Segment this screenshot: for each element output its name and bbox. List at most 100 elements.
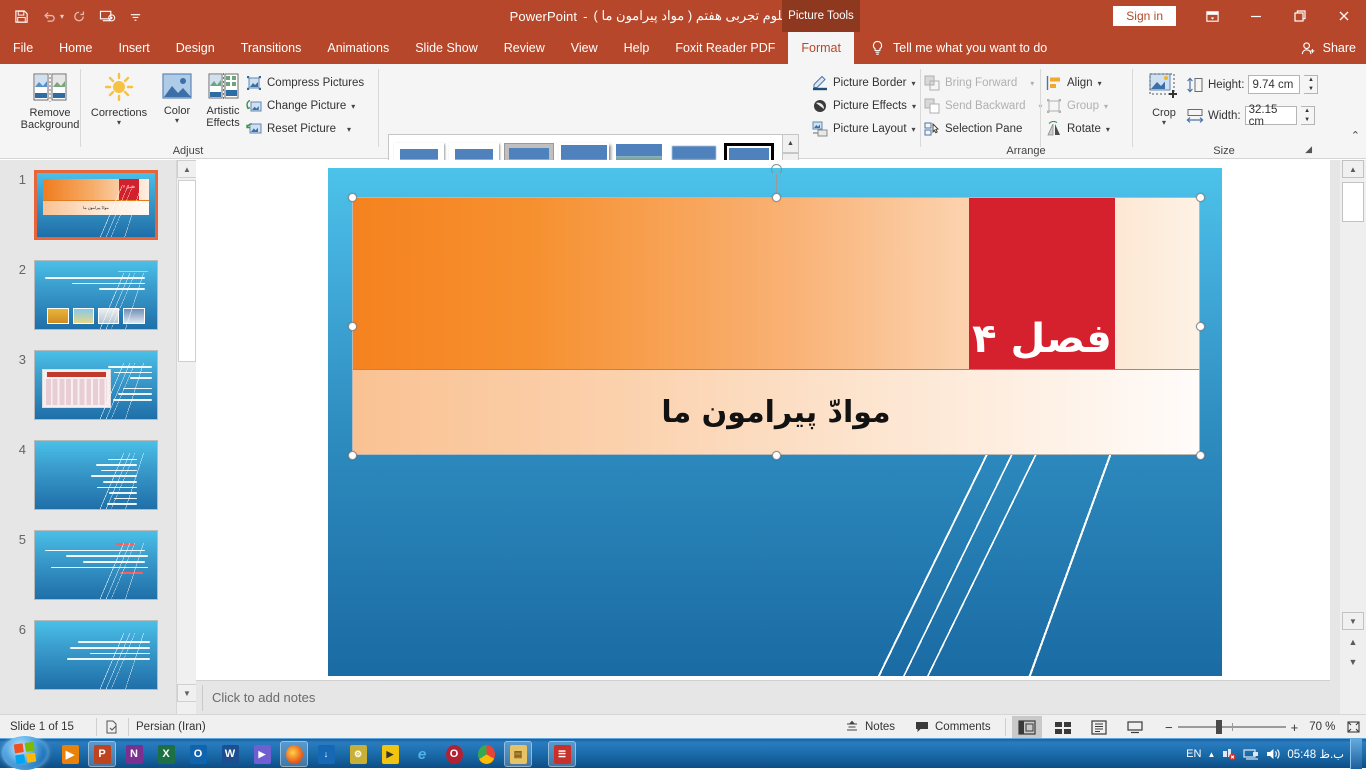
resize-handle-bottom-left[interactable] xyxy=(348,451,357,460)
slide-sorter-view-button[interactable] xyxy=(1048,716,1078,738)
fit-to-window-icon[interactable] xyxy=(1346,720,1361,734)
reading-view-button[interactable] xyxy=(1084,716,1114,738)
slide-scroll-down-icon[interactable]: ▼ xyxy=(1342,612,1364,630)
height-control[interactable]: Height: 9.74 cm ▲ ▼ xyxy=(1186,75,1319,94)
picture-layout-dropdown-icon[interactable]: ▾ xyxy=(912,125,916,133)
minimize-icon[interactable] xyxy=(1234,0,1278,32)
slide-scroll-up-icon[interactable]: ▲ xyxy=(1342,160,1364,178)
artistic-effects-button[interactable]: Artistic Effects xyxy=(198,72,248,129)
picture-effects-button[interactable]: Picture Effects ▾ xyxy=(812,98,916,114)
thumbnail-4[interactable] xyxy=(34,440,158,510)
language-tray-indicator[interactable]: EN xyxy=(1186,748,1201,760)
thumbnail-pane-scrollbar[interactable]: ▲ ▼ xyxy=(176,160,197,720)
thumbnail-2[interactable] xyxy=(34,260,158,330)
selection-pane-button[interactable]: Selection Pane xyxy=(924,121,1022,137)
firefox-taskbar-icon[interactable] xyxy=(280,741,308,767)
tab-help[interactable]: Help xyxy=(611,32,663,64)
rotate-button[interactable]: Rotate ▾ xyxy=(1046,121,1110,137)
tab-view[interactable]: View xyxy=(558,32,611,64)
outlook-taskbar-icon[interactable]: O xyxy=(184,741,212,767)
network-error-icon[interactable] xyxy=(1221,747,1237,761)
show-desktop-button[interactable] xyxy=(1350,739,1362,769)
tell-me-box[interactable]: Tell me what you want to do xyxy=(870,32,1047,64)
group-button[interactable]: Group ▾ xyxy=(1046,98,1108,114)
utility-taskbar-icon[interactable]: ⚙ xyxy=(344,741,372,767)
notes-pane[interactable]: Click to add notes xyxy=(196,680,1330,714)
notes-toggle[interactable]: Notes xyxy=(845,715,895,739)
restore-icon[interactable] xyxy=(1278,0,1322,32)
resize-handle-bottom-center[interactable] xyxy=(772,451,781,460)
volume-icon[interactable] xyxy=(1265,747,1281,761)
align-dropdown-icon[interactable]: ▾ xyxy=(1098,79,1102,87)
change-picture-dropdown-icon[interactable]: ▾ xyxy=(351,102,355,110)
zoom-level-label[interactable]: 70 % xyxy=(1309,721,1335,733)
corrections-dropdown-icon[interactable]: ▾ xyxy=(117,119,121,127)
height-input[interactable]: 9.74 cm xyxy=(1248,75,1301,94)
compress-pictures-button[interactable]: Compress Pictures xyxy=(246,75,364,91)
collapse-ribbon-icon[interactable]: ⌃ xyxy=(1351,129,1360,142)
corrections-button[interactable]: Corrections ▾ xyxy=(84,72,154,127)
show-hidden-icons-icon[interactable]: ▲ xyxy=(1207,750,1215,759)
previous-slide-icon[interactable]: ▲ xyxy=(1342,634,1364,650)
slide-pane-scrollbar[interactable]: ▲ ▼ ▲ ▼ xyxy=(1330,160,1366,720)
start-orb-icon[interactable] xyxy=(2,736,48,770)
reset-picture-button[interactable]: Reset Picture ▾ xyxy=(246,121,351,137)
crop-dropdown-icon[interactable]: ▾ xyxy=(1162,119,1166,127)
tab-transitions[interactable]: Transitions xyxy=(228,32,315,64)
tab-file[interactable]: File xyxy=(0,32,46,64)
player-taskbar-icon[interactable]: ▶ xyxy=(376,741,404,767)
slide-thumbnail-pane[interactable]: 1 فصل ۴ موادّ پیرامون ما 2 xyxy=(0,160,196,720)
thumbnail-6[interactable] xyxy=(34,620,158,690)
thumb-scroll-down-icon[interactable]: ▼ xyxy=(177,684,197,702)
slide-show-button[interactable] xyxy=(1120,716,1150,738)
selected-picture[interactable]: فصل ۴ موادّ پیرامون ما xyxy=(352,197,1200,455)
chrome-taskbar-icon[interactable] xyxy=(472,741,500,767)
action-center-icon[interactable] xyxy=(1243,747,1259,761)
movie-maker-taskbar-icon[interactable]: ▶ xyxy=(248,741,276,767)
size-dialog-launcher[interactable]: ◢ xyxy=(1305,144,1312,155)
width-input[interactable]: 32.15 cm xyxy=(1244,104,1297,128)
onenote-taskbar-icon[interactable]: N xyxy=(120,741,148,767)
tab-review[interactable]: Review xyxy=(491,32,558,64)
thumbnail-5[interactable] xyxy=(34,530,158,600)
rotate-dropdown-icon[interactable]: ▾ xyxy=(1106,125,1110,133)
bring-forward-dropdown-icon[interactable]: ▾ xyxy=(1030,79,1034,87)
send-backward-button[interactable]: Send Backward ▾ xyxy=(924,98,1043,114)
close-icon[interactable] xyxy=(1322,0,1366,32)
word-taskbar-icon[interactable]: W xyxy=(216,741,244,767)
rotate-handle[interactable] xyxy=(771,164,782,175)
resize-handle-bottom-right[interactable] xyxy=(1196,451,1205,460)
powerpoint-taskbar-icon[interactable]: P xyxy=(88,741,116,767)
picture-effects-dropdown-icon[interactable]: ▾ xyxy=(912,102,916,110)
opera-taskbar-icon[interactable]: O xyxy=(440,741,468,767)
crop-button[interactable]: Crop ▾ xyxy=(1142,72,1186,127)
height-stepper-down[interactable]: ▼ xyxy=(1304,85,1317,94)
zoom-out-button[interactable]: − xyxy=(1165,720,1173,735)
width-stepper-up[interactable]: ▲ xyxy=(1301,107,1314,116)
picture-layout-button[interactable]: Picture Layout ▾ xyxy=(812,121,916,137)
tab-home[interactable]: Home xyxy=(46,32,105,64)
downloader-taskbar-icon[interactable]: ↓ xyxy=(312,741,340,767)
next-slide-icon[interactable]: ▼ xyxy=(1342,654,1364,670)
resize-handle-top-center[interactable] xyxy=(772,193,781,202)
resize-handle-top-right[interactable] xyxy=(1196,193,1205,202)
current-slide[interactable]: فصل ۴ موادّ پیرامون ما xyxy=(328,168,1222,676)
share-button[interactable]: Share xyxy=(1300,32,1356,64)
ribbon-display-options-icon[interactable] xyxy=(1190,0,1234,32)
excel-taskbar-icon[interactable]: X xyxy=(152,741,180,767)
slide-scroll-thumb[interactable] xyxy=(1342,182,1364,222)
normal-view-button[interactable] xyxy=(1012,716,1042,738)
sign-in-button[interactable]: Sign in xyxy=(1113,6,1176,26)
thumb-scroll-thumb[interactable] xyxy=(178,180,196,362)
resize-handle-middle-left[interactable] xyxy=(348,322,357,331)
notes-placeholder[interactable]: Click to add notes xyxy=(212,690,315,705)
resize-handle-top-left[interactable] xyxy=(348,193,357,202)
tab-insert[interactable]: Insert xyxy=(106,32,163,64)
zoom-slider[interactable]: − + 70 % xyxy=(1165,715,1361,739)
height-stepper[interactable]: ▲ ▼ xyxy=(1304,75,1319,94)
notes-app-taskbar-icon[interactable]: ☰ xyxy=(548,741,576,767)
reset-picture-dropdown-icon[interactable]: ▾ xyxy=(347,125,351,133)
width-stepper[interactable]: ▲ ▼ xyxy=(1300,106,1315,125)
width-control[interactable]: Width: 32.15 cm ▲ ▼ xyxy=(1186,104,1315,128)
tab-slide-show[interactable]: Slide Show xyxy=(402,32,491,64)
